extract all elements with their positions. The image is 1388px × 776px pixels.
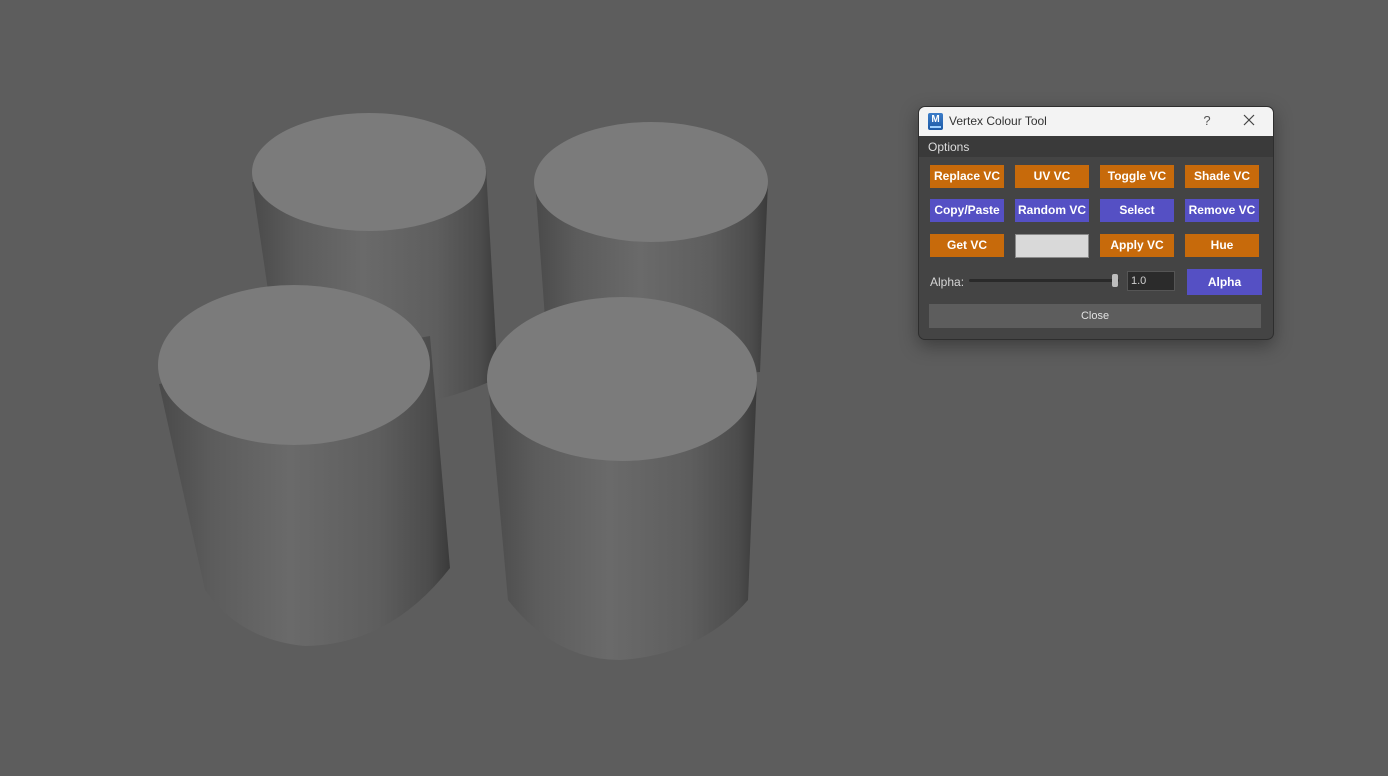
menu-options[interactable]: Options xyxy=(928,140,969,154)
alpha-value-field[interactable]: 1.0 xyxy=(1127,271,1175,291)
window-titlebar[interactable]: M Vertex Colour Tool ? xyxy=(919,107,1273,136)
get-vc-button[interactable]: Get VC xyxy=(930,234,1004,257)
apply-vc-button[interactable]: Apply VC xyxy=(1100,234,1174,257)
colour-swatch[interactable] xyxy=(1015,234,1089,258)
random-vc-button[interactable]: Random VC xyxy=(1015,199,1089,222)
close-button[interactable]: Close xyxy=(929,304,1261,328)
menu-bar: Options xyxy=(919,136,1273,157)
uv-vc-button[interactable]: UV VC xyxy=(1015,165,1089,188)
cylinder-front-left[interactable] xyxy=(158,285,450,646)
toggle-vc-button[interactable]: Toggle VC xyxy=(1100,165,1174,188)
shade-vc-button[interactable]: Shade VC xyxy=(1185,165,1259,188)
replace-vc-button[interactable]: Replace VC xyxy=(930,165,1004,188)
copy-paste-button[interactable]: Copy/Paste xyxy=(930,199,1004,222)
window-title: Vertex Colour Tool xyxy=(949,114,1047,128)
alpha-slider-handle[interactable] xyxy=(1112,274,1118,287)
vertex-colour-tool-window: M Vertex Colour Tool ? Options Replace V… xyxy=(918,106,1274,340)
alpha-slider-track[interactable] xyxy=(969,279,1119,282)
hue-button[interactable]: Hue xyxy=(1185,234,1259,257)
alpha-label: Alpha: xyxy=(930,275,965,289)
remove-vc-button[interactable]: Remove VC xyxy=(1185,199,1259,222)
help-button[interactable]: ? xyxy=(1199,112,1215,130)
cylinder-front-right[interactable] xyxy=(487,297,757,660)
alpha-button[interactable]: Alpha xyxy=(1187,269,1262,295)
maya-app-icon: M xyxy=(928,113,943,130)
select-button[interactable]: Select xyxy=(1100,199,1174,222)
close-icon[interactable] xyxy=(1239,112,1259,130)
